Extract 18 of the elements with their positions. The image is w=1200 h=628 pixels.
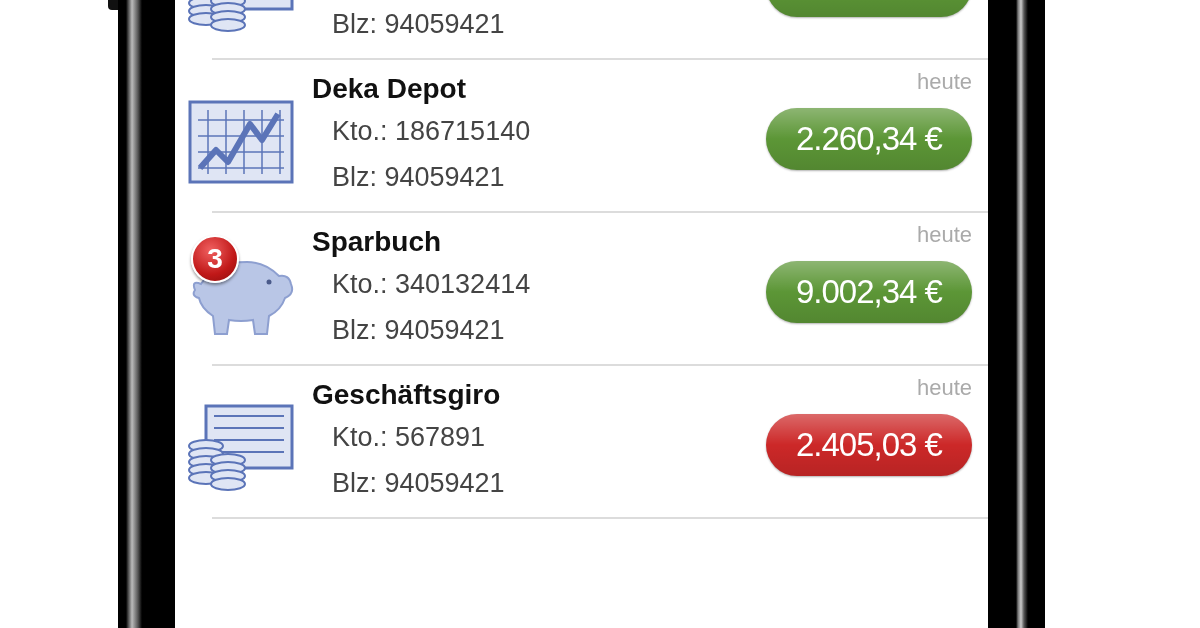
- balance-pill[interactable]: 9.002,34 €: [766, 261, 972, 323]
- account-name: Geschäftsgiro: [312, 378, 502, 412]
- bank-code: Blz: 94059421: [332, 467, 506, 500]
- balance-date: heute: [916, 374, 972, 402]
- balance-pill[interactable]: 2.260,34 €: [766, 108, 972, 170]
- bank-code: Blz: 94059421: [332, 161, 506, 194]
- bank-code: Blz: 94059421: [332, 314, 506, 347]
- balance-date: heute: [916, 221, 972, 249]
- account-number: Kto.: 340132414: [332, 268, 532, 301]
- balance-pill[interactable]: 2.405,03 €: [766, 414, 972, 476]
- account-name: Sparbuch: [312, 225, 443, 259]
- chart-icon: [188, 99, 294, 184]
- balance-date: heute: [916, 68, 972, 96]
- account-name: Deka Depot: [312, 72, 468, 106]
- bank-code: Blz: 94059421: [332, 8, 506, 41]
- account-number: Kto.: 567891: [332, 421, 487, 454]
- notification-badge: 3: [191, 235, 239, 283]
- account-number: Kto.: 186715140: [332, 115, 532, 148]
